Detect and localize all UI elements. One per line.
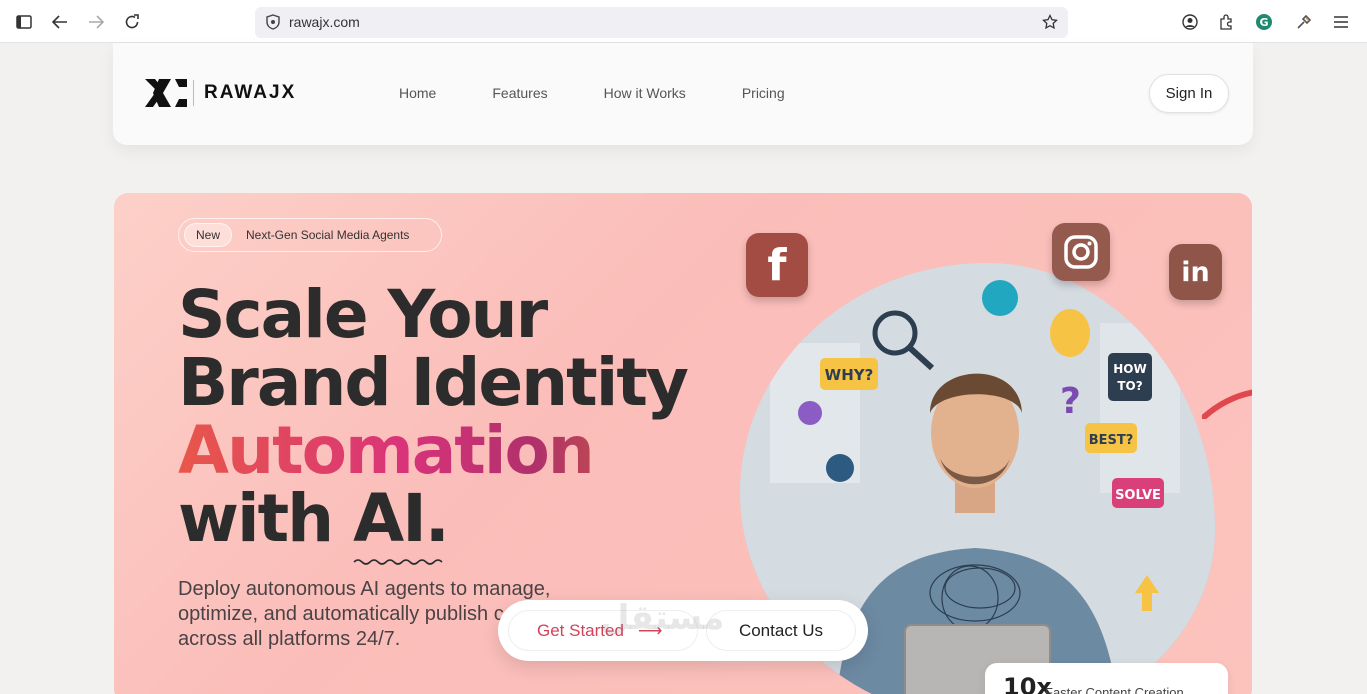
brand-name: RAWAJX xyxy=(204,82,297,103)
sidebar-toggle-icon[interactable] xyxy=(11,9,37,35)
headline-with: with xyxy=(178,480,354,557)
badge-text: Next-Gen Social Media Agents xyxy=(246,228,410,242)
svg-text:SOLVE: SOLVE xyxy=(1115,488,1161,503)
stat-label: Faster Content Creation xyxy=(1045,685,1184,694)
svg-text:?: ? xyxy=(1060,381,1081,422)
hero-headline: Scale Your Brand Identity Automation wit… xyxy=(178,276,689,565)
headline-gradient-word: Automation xyxy=(178,417,687,485)
cta-bar: Get Started ⟶ Contact Us xyxy=(498,600,868,661)
nav-link-pricing[interactable]: Pricing xyxy=(742,85,785,101)
forward-arrow-icon[interactable] xyxy=(83,9,109,35)
main-nav: Home Features How it Works Pricing xyxy=(399,85,841,101)
browser-toolbar: rawajx.com G xyxy=(0,0,1367,43)
extensions-icon[interactable] xyxy=(1213,9,1239,35)
headline-line-2: Brand Identity xyxy=(178,344,689,421)
bookmark-star-icon[interactable] xyxy=(1038,10,1062,34)
reload-icon[interactable] xyxy=(119,9,145,35)
site-header: RAWAJX Home Features How it Works Pricin… xyxy=(113,43,1253,145)
headline-ai-word: AI xyxy=(353,480,443,565)
svg-text:TO?: TO? xyxy=(1117,379,1142,393)
get-started-label: Get Started xyxy=(537,620,624,640)
headline-line-1: Scale Your xyxy=(178,276,548,353)
url-text[interactable]: rawajx.com xyxy=(289,14,360,30)
headline-line-4: with AI. xyxy=(178,485,687,565)
eyedropper-icon[interactable] xyxy=(1291,9,1317,35)
contact-us-button[interactable]: Contact Us xyxy=(706,610,856,651)
logo-divider xyxy=(193,80,194,106)
nav-link-features[interactable]: Features xyxy=(492,85,547,101)
grammarly-icon[interactable]: G xyxy=(1251,9,1277,35)
menu-icon[interactable] xyxy=(1328,9,1354,35)
announcement-badge[interactable]: New Next-Gen Social Media Agents xyxy=(178,218,442,252)
account-icon[interactable] xyxy=(1177,9,1203,35)
shield-icon[interactable] xyxy=(261,10,285,34)
squiggle-underline-icon xyxy=(353,559,443,565)
arrow-right-icon: ⟶ xyxy=(637,620,663,640)
sign-in-button[interactable]: Sign In xyxy=(1149,74,1229,113)
svg-text:BEST?: BEST? xyxy=(1089,433,1134,448)
rawajx-logo-icon xyxy=(145,79,187,107)
svg-text:G: G xyxy=(1259,16,1268,29)
svg-text:WHY?: WHY? xyxy=(825,366,874,384)
address-bar[interactable]: rawajx.com xyxy=(255,7,1068,38)
back-arrow-icon[interactable] xyxy=(47,9,73,35)
get-started-button[interactable]: Get Started ⟶ xyxy=(508,610,698,651)
headline-period: . xyxy=(424,480,450,557)
nav-link-how-it-works[interactable]: How it Works xyxy=(604,85,686,101)
stat-card: 10x Faster Content Creation xyxy=(985,663,1228,694)
new-tag: New xyxy=(184,223,233,247)
svg-text:HOW: HOW xyxy=(1113,362,1146,376)
nav-link-home[interactable]: Home xyxy=(399,85,436,101)
instagram-icon[interactable] xyxy=(1052,223,1110,281)
facebook-icon[interactable]: f xyxy=(746,233,808,297)
decorative-stroke-icon xyxy=(1202,389,1252,419)
linkedin-icon[interactable]: in xyxy=(1169,244,1222,300)
logo[interactable]: RAWAJX xyxy=(145,79,296,107)
